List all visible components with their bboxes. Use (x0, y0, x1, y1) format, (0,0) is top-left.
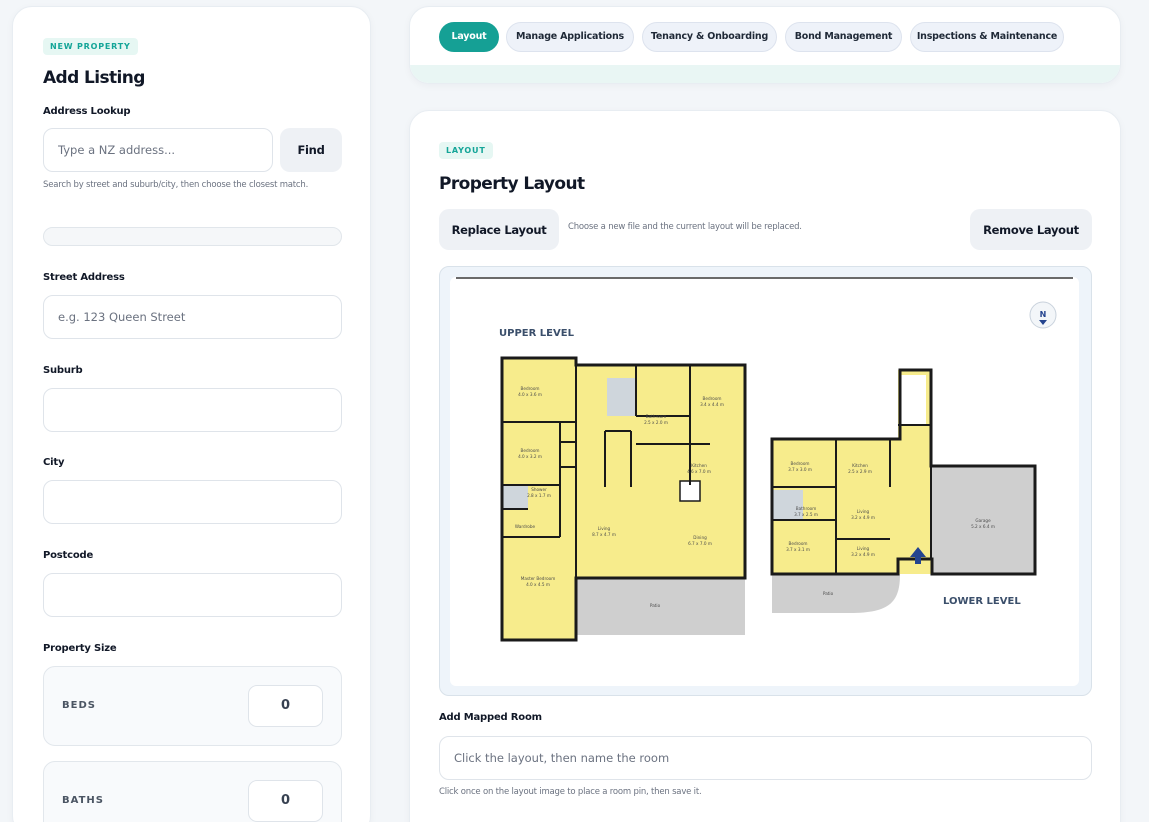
lower-living-1-label: Living (857, 509, 870, 514)
upper-bedroom-2-label: Bedroom (703, 396, 722, 401)
upper-bedroom-1-size: 4.0 x 3.6 m (518, 392, 542, 397)
street-address-input[interactable] (43, 295, 342, 339)
upper-level-plan: Bedroom 4.0 x 3.6 m Bedroom 3.4 x 4.4 m … (500, 356, 747, 642)
upper-bedroom-3-size: 4.0 x 3.2 m (518, 454, 542, 459)
beds-input[interactable]: 0 (248, 685, 323, 727)
upper-patio-label: Patio (650, 603, 661, 608)
suburb-input[interactable] (43, 388, 342, 432)
tab-bond-management[interactable]: Bond Management (785, 22, 902, 52)
lower-bathroom-size: 3.7 x 2.5 m (794, 512, 818, 517)
upper-kitchen-label: Kitchen (691, 463, 707, 468)
layout-badge: LAYOUT (439, 142, 493, 159)
garage-label: Garage (975, 518, 991, 523)
replace-layout-hint: Choose a new file and the current layout… (568, 222, 802, 232)
upper-dining-label: Dining (693, 535, 707, 540)
floorplan-drawing: N UPPER LEVEL LOWER LEVEL Bedroom 4.0 x … (456, 277, 1073, 642)
city-label: City (43, 457, 65, 468)
add-mapped-room-label: Add Mapped Room (439, 712, 542, 723)
lower-level-label: LOWER LEVEL (943, 596, 1021, 607)
tab-inspections-maintenance[interactable]: Inspections & Maintenance (910, 22, 1064, 52)
address-suggestions-bar (43, 227, 342, 246)
lower-bedroom-2-size: 3.7 x 3.1 m (786, 547, 810, 552)
new-property-badge: NEW PROPERTY (43, 38, 138, 55)
section-tabs: Layout Manage Applications Tenancy & Onb… (409, 6, 1121, 84)
property-size-label: Property Size (43, 643, 117, 654)
lower-living-1-size: 3.2 x 4.9 m (851, 515, 875, 520)
master-bedroom-label: Master Bedroom (521, 576, 556, 581)
lower-bedroom-2-label: Bedroom (789, 541, 808, 546)
lower-bedroom-1-label: Bedroom (791, 461, 810, 466)
upper-living-label: Living (598, 526, 611, 531)
lower-bedroom-1-size: 3.7 x 3.0 m (788, 467, 812, 472)
upper-bathroom-size: 2.5 x 2.0 m (644, 420, 668, 425)
address-lookup-input[interactable] (43, 128, 273, 172)
upper-living-size: 8.7 x 4.7 m (592, 532, 616, 537)
lower-level-plan: Bedroom 3.7 x 3.0 m Kitchen 2.5 x 2.9 m … (770, 368, 1037, 613)
city-input[interactable] (43, 480, 342, 524)
lower-bathroom-label: Bathroom (796, 506, 817, 511)
compass-icon: N (1029, 301, 1057, 329)
mapped-room-hint: Click once on the layout image to place … (439, 787, 702, 797)
lower-kitchen-label: Kitchen (852, 463, 868, 468)
tab-manage-applications[interactable]: Manage Applications (506, 22, 634, 52)
wardrobe-label: Wardrobe (515, 524, 536, 529)
tab-layout[interactable]: Layout (439, 22, 499, 52)
replace-layout-button[interactable]: Replace Layout (439, 209, 559, 250)
postcode-label: Postcode (43, 550, 94, 561)
shower-label: Shower (531, 487, 547, 492)
tab-tenancy-onboarding[interactable]: Tenancy & Onboarding (642, 22, 777, 52)
beds-label: BEDS (62, 700, 96, 711)
lower-kitchen-size: 2.5 x 2.9 m (848, 469, 872, 474)
beds-card: BEDS 0 (43, 666, 342, 746)
street-address-label: Street Address (43, 272, 125, 283)
tabs-footer-strip (410, 65, 1120, 83)
shower-size: 2.8 x 1.7 m (527, 493, 551, 498)
layout-image-frame: N UPPER LEVEL LOWER LEVEL Bedroom 4.0 x … (439, 266, 1092, 696)
lower-living-2-size: 3.2 x 4.9 m (851, 552, 875, 557)
layout-panel: LAYOUT Property Layout Replace Layout Ch… (409, 110, 1121, 822)
address-lookup-label: Address Lookup (43, 106, 131, 117)
compass-label: N (1040, 310, 1047, 319)
find-address-button[interactable]: Find (280, 128, 342, 172)
address-lookup-hint: Search by street and suburb/city, then c… (43, 180, 309, 190)
upper-bedroom-2-size: 3.4 x 4.4 m (700, 402, 724, 407)
add-listing-title: Add Listing (43, 68, 145, 88)
suburb-label: Suburb (43, 365, 83, 376)
property-layout-title: Property Layout (439, 174, 585, 194)
remove-layout-button[interactable]: Remove Layout (970, 209, 1092, 250)
baths-input[interactable]: 0 (248, 780, 323, 822)
floorplan-image[interactable]: N UPPER LEVEL LOWER LEVEL Bedroom 4.0 x … (450, 277, 1079, 686)
upper-dining-size: 6.7 x 7.0 m (688, 541, 712, 546)
upper-bathroom-label: Bathroom (646, 414, 667, 419)
upper-level-label: UPPER LEVEL (499, 328, 575, 339)
upper-bedroom-3-label: Bedroom (521, 448, 540, 453)
garage-size: 5.2 x 6.4 m (971, 524, 995, 529)
upper-bedroom-1-label: Bedroom (521, 386, 540, 391)
master-bedroom-size: 4.0 x 4.5 m (526, 582, 550, 587)
add-listing-panel: NEW PROPERTY Add Listing Address Lookup … (12, 6, 371, 822)
lower-living-2-label: Living (857, 546, 870, 551)
baths-card: BATHS 0 (43, 761, 342, 822)
upper-kitchen-size: 4.6 x 7.0 m (687, 469, 711, 474)
baths-label: BATHS (62, 795, 104, 806)
postcode-input[interactable] (43, 573, 342, 617)
lower-patio-label: Patio (823, 591, 834, 596)
mapped-room-input[interactable] (439, 736, 1092, 780)
